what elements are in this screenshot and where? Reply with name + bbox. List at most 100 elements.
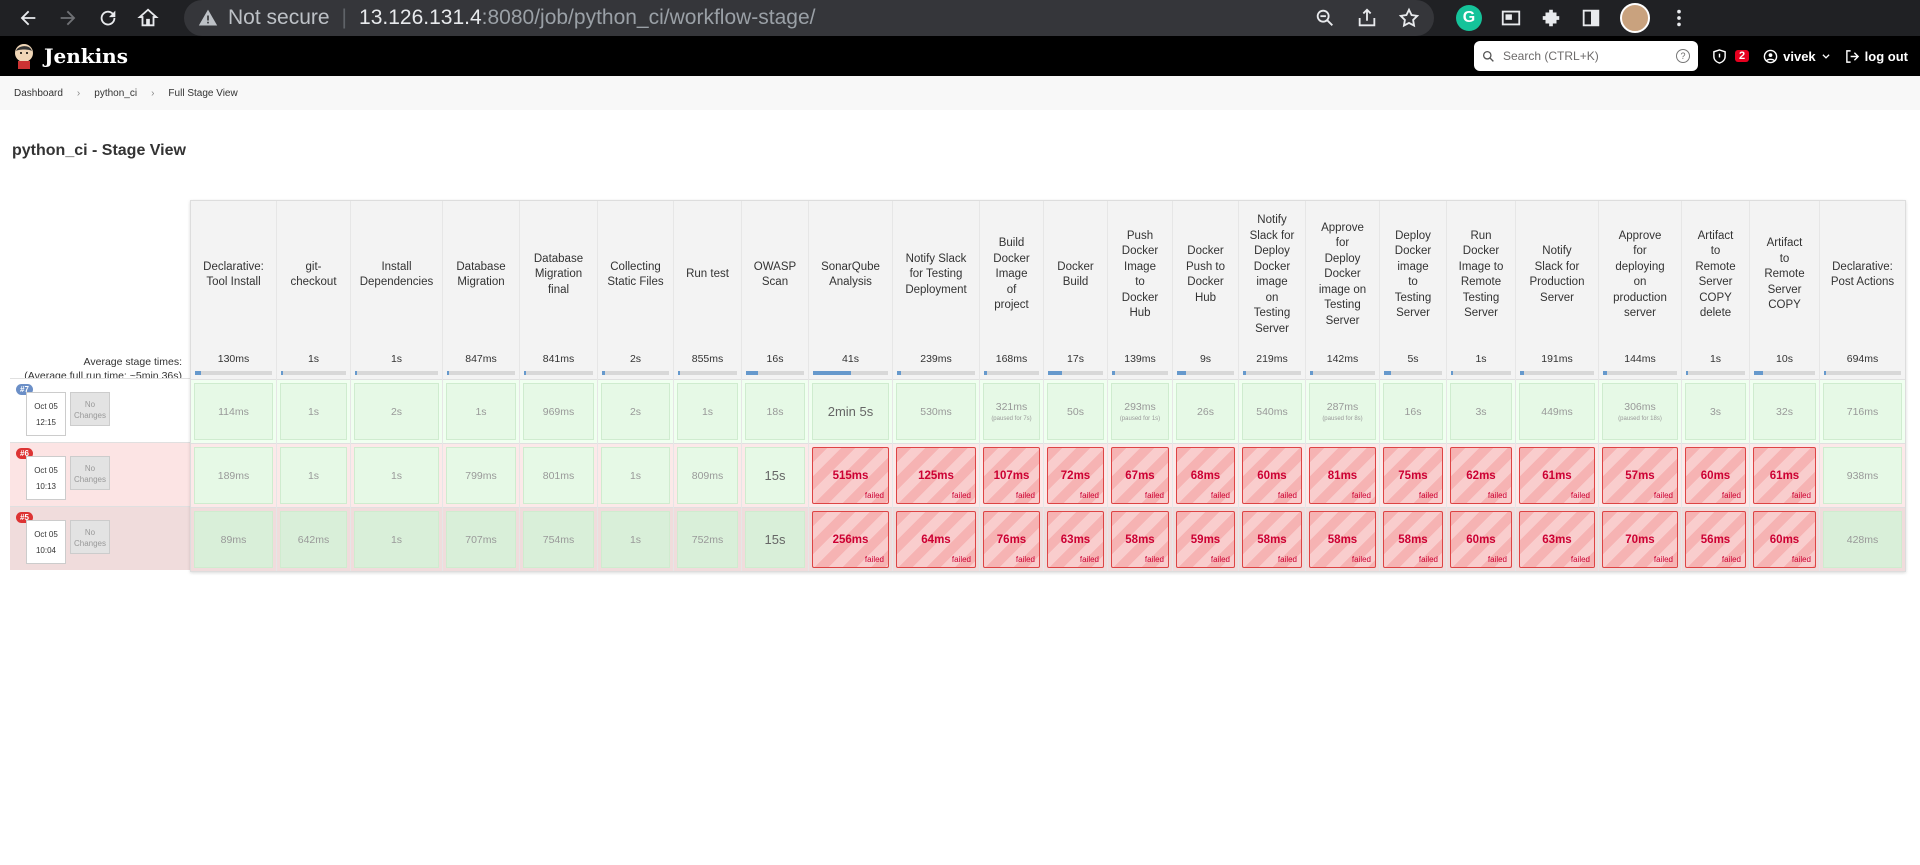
stage-cell-body[interactable]: 752ms <box>677 511 738 568</box>
stage-cell[interactable]: 60ms failed <box>1682 443 1749 507</box>
stage-cell[interactable]: 56ms failed <box>1682 507 1749 571</box>
stage-cell[interactable]: 540ms <box>1239 379 1305 443</box>
stage-cell[interactable]: 801ms <box>520 443 597 507</box>
stage-cell-body[interactable]: 57ms failed <box>1602 447 1678 504</box>
stage-cell-body[interactable]: 58ms failed <box>1242 511 1302 568</box>
run-row-label[interactable]: #7 Oct 05 12:15 No Changes <box>10 378 190 442</box>
star-icon[interactable] <box>1398 7 1420 29</box>
stage-cell-body[interactable]: 67ms failed <box>1111 447 1169 504</box>
jenkins-title[interactable]: Jenkins <box>44 44 128 68</box>
stage-cell-body[interactable]: 540ms <box>1242 383 1302 440</box>
address-bar[interactable]: Not secure | 13.126.131.4 :8080/job/pyth… <box>184 0 1434 36</box>
build-date-card[interactable]: Oct 05 10:04 <box>26 520 66 564</box>
stage-cell-body[interactable]: 61ms failed <box>1519 447 1595 504</box>
stage-cell-body[interactable]: 125ms failed <box>896 447 976 504</box>
stage-cell-body[interactable]: 76ms failed <box>983 511 1040 568</box>
stage-cell-body[interactable]: 809ms <box>677 447 738 504</box>
stage-cell[interactable]: 707ms <box>443 507 519 571</box>
stage-cell-body[interactable]: 15s <box>745 447 805 504</box>
stage-cell-body[interactable]: 68ms failed <box>1176 447 1235 504</box>
stage-cell-body[interactable]: 50s <box>1047 383 1104 440</box>
breadcrumb-dashboard[interactable]: Dashboard <box>14 88 63 99</box>
stage-cell[interactable]: 287ms (paused for 8s) <box>1306 379 1379 443</box>
stage-cell-body[interactable]: 2min 5s <box>812 383 889 440</box>
stage-cell-body[interactable]: 306ms (paused for 18s) <box>1602 383 1678 440</box>
breadcrumb-full-stage-view[interactable]: Full Stage View <box>168 88 237 99</box>
stage-cell-body[interactable]: 15s <box>745 511 805 568</box>
stage-cell-body[interactable]: 969ms <box>523 383 594 440</box>
stage-cell[interactable]: 1s <box>598 443 673 507</box>
stage-cell[interactable]: 63ms failed <box>1044 507 1107 571</box>
stage-cell-body[interactable]: 61ms failed <box>1753 447 1816 504</box>
stage-cell-body[interactable]: 530ms <box>896 383 976 440</box>
stage-cell-body[interactable]: 2s <box>601 383 670 440</box>
kebab-menu-icon[interactable] <box>1668 7 1690 29</box>
stage-cell[interactable]: 1s <box>277 379 350 443</box>
grammarly-extension-icon[interactable]: G <box>1456 5 1482 31</box>
stage-cell-body[interactable]: 60ms failed <box>1753 511 1816 568</box>
stage-cell[interactable]: 114ms <box>191 379 276 443</box>
breadcrumb-python-ci[interactable]: python_ci <box>94 88 137 99</box>
profile-avatar[interactable] <box>1620 3 1650 33</box>
build-date-card[interactable]: Oct 05 10:13 <box>26 456 66 500</box>
build-date-card[interactable]: Oct 05 12:15 <box>26 392 66 436</box>
stage-cell[interactable]: 2s <box>598 379 673 443</box>
search-input[interactable]: Search (CTRL+K) ? <box>1474 41 1698 71</box>
stage-cell[interactable]: 428ms <box>1820 507 1905 571</box>
stage-cell[interactable]: 321ms (paused for 7s) <box>980 379 1043 443</box>
stage-cell[interactable]: 1s <box>277 443 350 507</box>
stage-cell[interactable]: 68ms failed <box>1173 443 1238 507</box>
stage-cell-body[interactable]: 642ms <box>280 511 347 568</box>
stage-cell-body[interactable]: 32s <box>1753 383 1816 440</box>
stage-cell-body[interactable]: 18s <box>745 383 805 440</box>
stage-cell-body[interactable]: 1s <box>280 447 347 504</box>
stage-cell-body[interactable]: 2s <box>354 383 439 440</box>
stage-cell-body[interactable]: 1s <box>601 511 670 568</box>
search-help-icon[interactable]: ? <box>1676 49 1690 63</box>
stage-cell[interactable]: 63ms failed <box>1516 507 1598 571</box>
stage-cell[interactable]: 70ms failed <box>1599 507 1681 571</box>
stage-cell-body[interactable]: 89ms <box>194 511 273 568</box>
stage-cell[interactable]: 256ms failed <box>809 507 892 571</box>
stage-cell-body[interactable]: 72ms failed <box>1047 447 1104 504</box>
stage-cell[interactable]: 60ms failed <box>1239 443 1305 507</box>
stage-cell[interactable]: 60ms failed <box>1750 507 1819 571</box>
stage-cell-body[interactable]: 81ms failed <box>1309 447 1376 504</box>
stage-cell-body[interactable]: 189ms <box>194 447 273 504</box>
stage-cell[interactable]: 752ms <box>674 507 741 571</box>
stage-cell[interactable]: 530ms <box>893 379 979 443</box>
share-icon[interactable] <box>1356 7 1378 29</box>
stage-cell[interactable]: 1s <box>351 507 442 571</box>
stage-cell-body[interactable]: 801ms <box>523 447 594 504</box>
stage-cell-body[interactable]: 114ms <box>194 383 273 440</box>
stage-cell-body[interactable]: 58ms failed <box>1309 511 1376 568</box>
stage-cell-body[interactable]: 707ms <box>446 511 516 568</box>
stage-cell-body[interactable]: 799ms <box>446 447 516 504</box>
stage-cell-body[interactable]: 64ms failed <box>896 511 976 568</box>
stage-cell[interactable]: 60ms failed <box>1447 507 1515 571</box>
stage-cell-body[interactable]: 56ms failed <box>1685 511 1746 568</box>
stage-cell[interactable]: 89ms <box>191 507 276 571</box>
run-row-label[interactable]: #5 Oct 05 10:04 No Changes <box>10 506 190 570</box>
stage-cell-body[interactable]: 58ms failed <box>1383 511 1443 568</box>
security-alerts-button[interactable]: 2 <box>1712 48 1750 64</box>
run-row-label[interactable]: #6 Oct 05 10:13 No Changes <box>10 442 190 506</box>
stage-cell[interactable]: 61ms failed <box>1750 443 1819 507</box>
jenkins-logo-icon[interactable] <box>12 42 36 70</box>
stage-cell[interactable]: 67ms failed <box>1108 443 1172 507</box>
stage-cell[interactable]: 716ms <box>1820 379 1905 443</box>
stage-cell[interactable]: 57ms failed <box>1599 443 1681 507</box>
stage-cell-body[interactable]: 75ms failed <box>1383 447 1443 504</box>
stage-cell[interactable]: 58ms failed <box>1239 507 1305 571</box>
stage-cell-body[interactable]: 70ms failed <box>1602 511 1678 568</box>
stage-cell[interactable]: 1s <box>351 443 442 507</box>
stage-cell-body[interactable]: 3s <box>1450 383 1512 440</box>
stage-cell[interactable]: 642ms <box>277 507 350 571</box>
stage-cell[interactable]: 107ms failed <box>980 443 1043 507</box>
stage-cell[interactable]: 81ms failed <box>1306 443 1379 507</box>
stage-cell-body[interactable]: 287ms (paused for 8s) <box>1309 383 1376 440</box>
stage-cell-body[interactable]: 1s <box>354 447 439 504</box>
user-menu[interactable]: vivek <box>1763 49 1831 64</box>
zoom-icon[interactable] <box>1314 7 1336 29</box>
stage-cell-body[interactable]: 58ms failed <box>1111 511 1169 568</box>
